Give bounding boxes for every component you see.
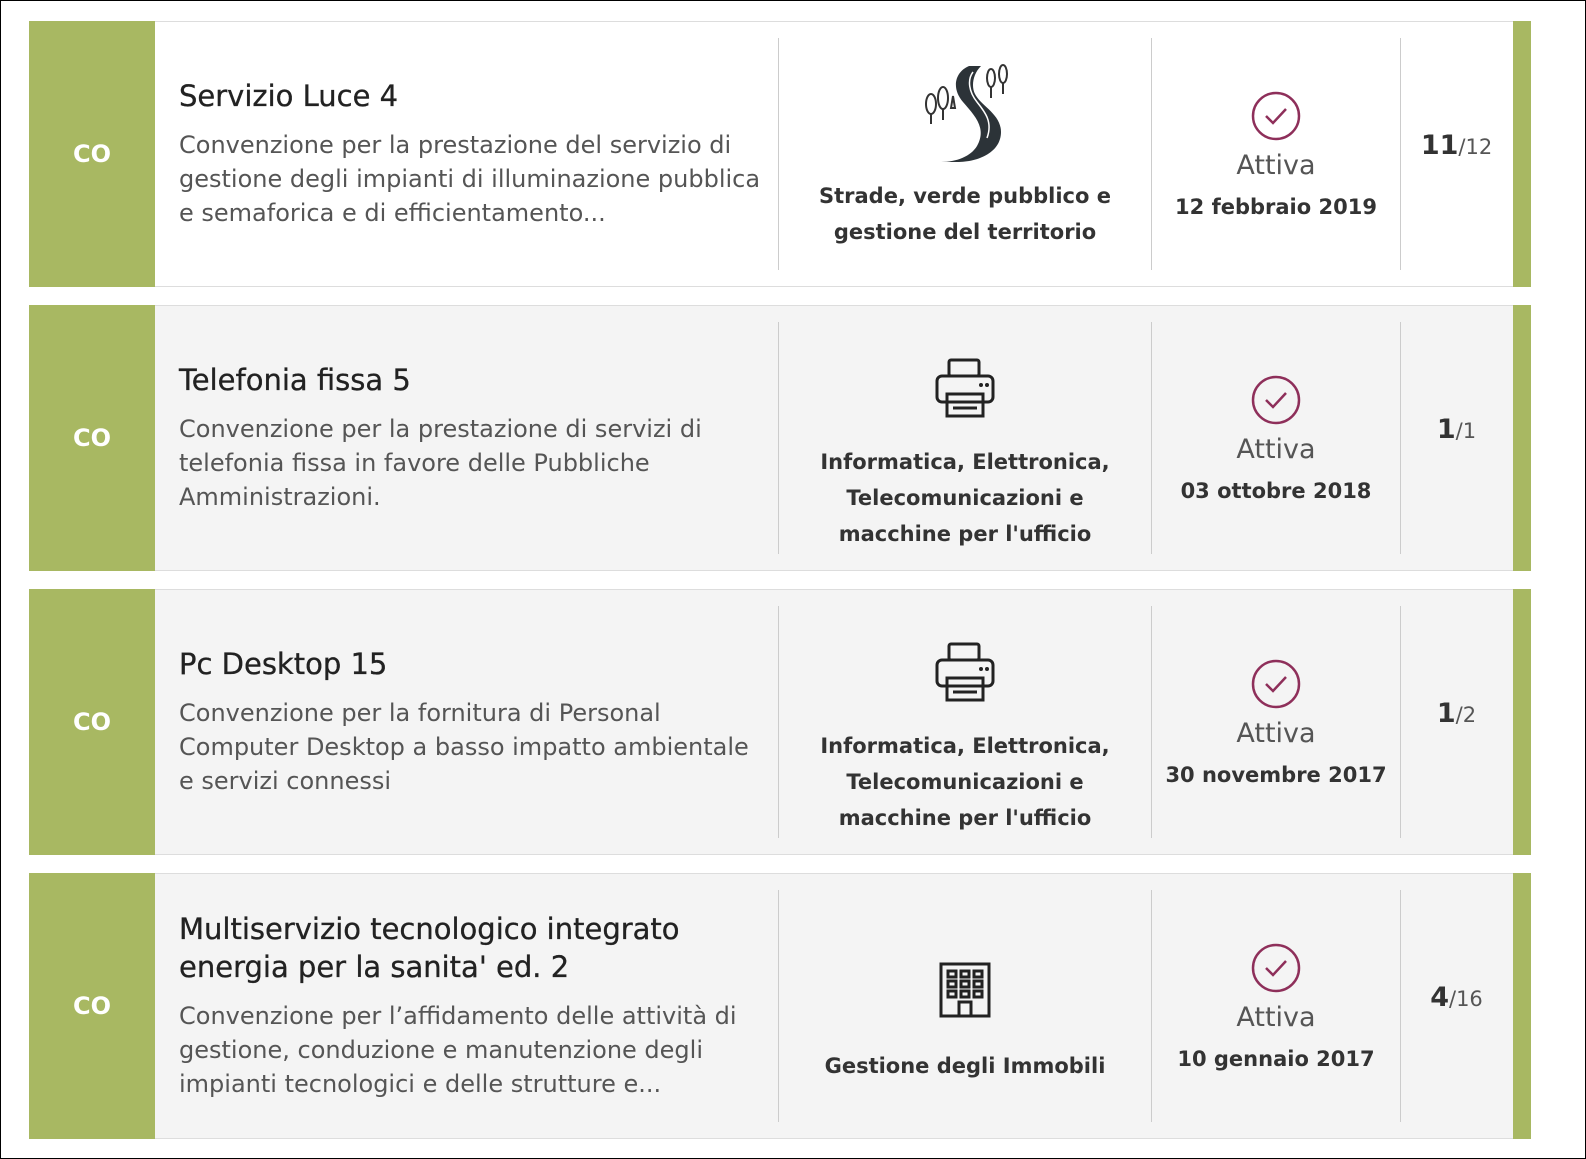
category: Informatica, Elettronica, Telecomunicazi…	[779, 306, 1151, 570]
count-value: 1	[1436, 698, 1456, 729]
list-item[interactable]: CO Telefonia fissa 5 Convenzione per la …	[29, 305, 1531, 571]
list-item[interactable]: CO Pc Desktop 15 Convenzione per la forn…	[29, 589, 1531, 855]
category-label: Strade, verde pubblico e gestione del te…	[818, 184, 1111, 244]
count-value: 1	[1436, 414, 1456, 445]
status-date: 12 febbraio 2019	[1175, 194, 1377, 219]
convention-list: CO Servizio Luce 4 Convenzione per la pr…	[29, 21, 1531, 1157]
printer-icon	[933, 608, 997, 718]
count-total: /2	[1455, 703, 1477, 727]
count-value: 4	[1430, 982, 1449, 1013]
printer-icon	[933, 324, 997, 434]
item-description: Convenzione per la prestazione di serviz…	[179, 414, 702, 511]
road-icon	[917, 58, 1013, 168]
lot-count: 1/2	[1401, 590, 1530, 854]
category-label: Informatica, Elettronica, Telecomunicazi…	[820, 734, 1110, 830]
lot-count: 11/12	[1401, 22, 1530, 286]
category: Strade, verde pubblico e gestione del te…	[779, 22, 1151, 286]
state-block: Attiva 30 novembre 2017	[1152, 590, 1400, 854]
item-info: Pc Desktop 15 Convenzione per la fornitu…	[155, 590, 778, 854]
page-frame: CO Servizio Luce 4 Convenzione per la pr…	[0, 0, 1586, 1159]
state-block: Attiva 12 febbraio 2019	[1152, 22, 1400, 286]
state-block: Attiva 03 ottobre 2018	[1152, 306, 1400, 570]
check-circle-icon	[1251, 659, 1301, 708]
state-block: Attiva 10 gennaio 2017	[1152, 874, 1400, 1138]
status-date: 30 novembre 2017	[1165, 762, 1387, 787]
item-title[interactable]: Pc Desktop 15	[179, 646, 778, 684]
item-title[interactable]: Telefonia fissa 5	[179, 362, 778, 400]
list-item[interactable]: CO Multiservizio tecnologico integrato e…	[29, 873, 1531, 1139]
item-description: Convenzione per la fornitura di Personal…	[179, 698, 749, 795]
lot-count: 1/1	[1401, 306, 1530, 570]
item-info: Telefonia fissa 5 Convenzione per la pre…	[155, 306, 778, 570]
status-label: Attiva	[1236, 717, 1316, 749]
category: Gestione degli Immobili	[779, 874, 1151, 1138]
category: Informatica, Elettronica, Telecomunicazi…	[779, 590, 1151, 854]
item-title[interactable]: Servizio Luce 4	[179, 78, 778, 116]
status-date: 10 gennaio 2017	[1177, 1046, 1375, 1071]
item-title[interactable]: Multiservizio tecnologico integrato ener…	[179, 911, 778, 986]
status-label: Attiva	[1236, 1001, 1316, 1033]
type-badge: CO	[29, 21, 155, 287]
lot-count: 4/16	[1401, 874, 1530, 1138]
count-total: /16	[1449, 987, 1483, 1011]
item-description: Convenzione per la prestazione del servi…	[179, 130, 761, 227]
count-total: /12	[1458, 135, 1493, 159]
check-circle-icon	[1251, 943, 1301, 992]
item-info: Servizio Luce 4 Convenzione per la prest…	[155, 22, 778, 286]
building-icon	[935, 928, 995, 1038]
list-item[interactable]: CO Servizio Luce 4 Convenzione per la pr…	[29, 21, 1531, 287]
status-date: 03 ottobre 2018	[1180, 478, 1372, 503]
count-total: /1	[1455, 419, 1477, 443]
type-badge: CO	[29, 873, 155, 1139]
check-circle-icon	[1251, 375, 1301, 424]
item-description: Convenzione per l’affidamento delle atti…	[179, 1001, 737, 1098]
type-badge: CO	[29, 305, 155, 571]
item-info: Multiservizio tecnologico integrato ener…	[155, 874, 778, 1138]
status-label: Attiva	[1236, 433, 1316, 465]
status-label: Attiva	[1236, 149, 1316, 181]
category-label: Informatica, Elettronica, Telecomunicazi…	[820, 450, 1110, 546]
check-circle-icon	[1251, 91, 1301, 140]
type-badge: CO	[29, 589, 155, 855]
count-value: 11	[1420, 130, 1459, 161]
category-label: Gestione degli Immobili	[824, 1054, 1106, 1078]
